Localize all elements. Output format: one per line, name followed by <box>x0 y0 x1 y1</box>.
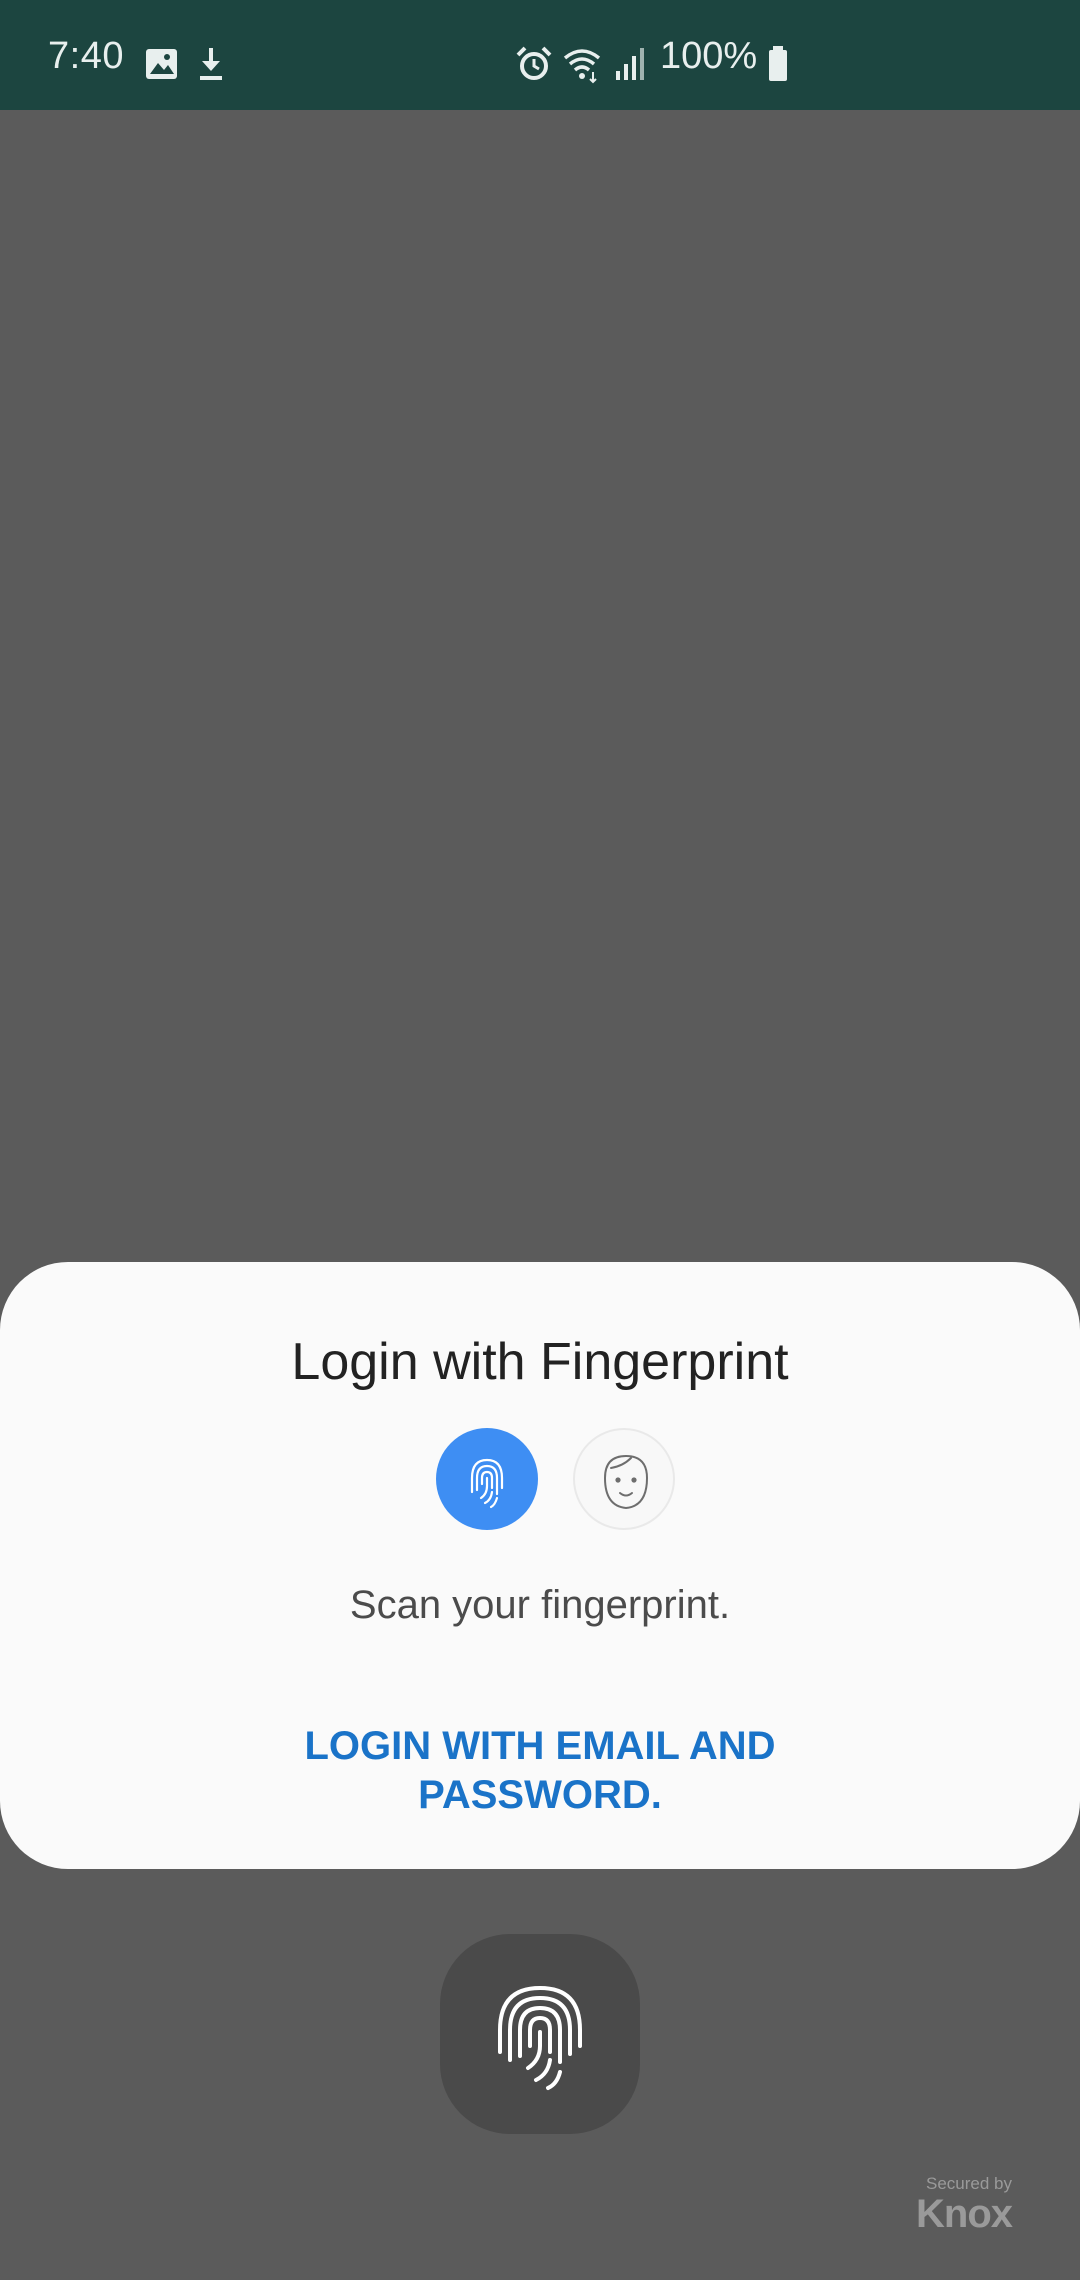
fingerprint-sensor-icon <box>498 1985 582 2090</box>
fingerprint-option-button[interactable] <box>436 1428 538 1530</box>
fingerprint-login-dialog: Login with Fingerprint Scan your fingerp… <box>0 1262 1080 1869</box>
screen: 7:40 100% Login with Fingerprint Scan yo… <box>0 0 1080 2280</box>
battery-percentage: 100% <box>660 35 758 77</box>
login-with-email-password-label-line1: LOGIN WITH EMAIL AND <box>304 1724 776 1768</box>
download-icon <box>191 44 231 84</box>
image-icon <box>142 44 182 84</box>
scan-instruction: Scan your fingerprint. <box>349 1583 731 1627</box>
knox-badge: Secured by Knox <box>916 2174 1013 2236</box>
login-with-email-password-button[interactable]: LOGIN WITH EMAIL AND PASSWORD. <box>240 1722 840 1820</box>
alarm-icon <box>514 44 554 84</box>
secured-by-label: Secured by <box>926 2174 1012 2193</box>
battery-icon <box>758 44 798 84</box>
wifi-icon <box>562 44 602 84</box>
face-recognition-option-button[interactable] <box>573 1428 675 1530</box>
dialog-title: Login with Fingerprint <box>291 1333 789 1391</box>
face-icon <box>603 1454 649 1510</box>
fingerprint-icon <box>470 1458 504 1509</box>
status-time: 7:40 <box>48 35 124 77</box>
login-with-email-password-label-line2: PASSWORD. <box>418 1773 662 1817</box>
knox-logo: Knox <box>916 2192 1013 2236</box>
fingerprint-sensor-area[interactable] <box>440 1934 640 2134</box>
status-bar: 7:40 100% <box>0 0 1080 110</box>
signal-icon <box>610 44 650 84</box>
